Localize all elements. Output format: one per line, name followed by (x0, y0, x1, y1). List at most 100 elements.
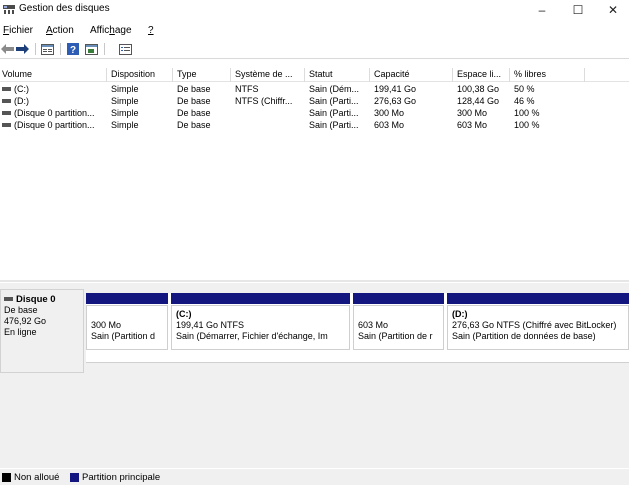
status-cell: Sain (Parti... (309, 96, 359, 106)
free-space-cell: 100,38 Go (457, 84, 500, 94)
menu-view[interactable]: Affichage (90, 25, 132, 36)
volume-row-partition-300[interactable]: (Disque 0 partition... Simple De base Sa… (0, 108, 629, 119)
type-cell: De base (177, 108, 211, 118)
column-free-space[interactable]: Espace li... (455, 69, 509, 82)
filesystem-cell: NTFS (235, 84, 259, 94)
status-cell: Sain (Parti... (309, 120, 359, 130)
primary-partition-bar (353, 293, 444, 304)
volume-name-cell: (Disque 0 partition... (0, 108, 106, 119)
percent-free-cell: 50 % (514, 84, 535, 94)
column-filesystem[interactable]: Système de ... (233, 69, 303, 82)
column-divider[interactable] (304, 68, 305, 82)
column-divider[interactable] (509, 68, 510, 82)
volume-name-cell: (C:) (0, 84, 106, 95)
partition-status: Sain (Partition de données de base) (452, 331, 596, 341)
type-cell: De base (177, 96, 211, 106)
menu-help[interactable]: ? (148, 25, 154, 36)
column-percent-free[interactable]: % libres (512, 69, 582, 82)
partition-c[interactable]: (C:) 199,41 Go NTFS Sain (Démarrer, Fich… (171, 293, 350, 361)
toolbar-separator (104, 43, 105, 55)
minimize-button[interactable]: – (525, 0, 559, 20)
pane-splitter[interactable] (0, 280, 629, 282)
partition-status: Sain (Partition de r (358, 331, 433, 341)
disk-name-row: Disque 0 (4, 294, 80, 305)
maximize-button[interactable]: ☐ (561, 0, 595, 20)
volume-icon (2, 122, 11, 127)
partition-d[interactable]: (D:) 276,63 Go NTFS (Chiffré avec BitLoc… (447, 293, 629, 361)
graphical-disk-view: Disque 0 De base 476,92 Go En ligne 300 … (0, 283, 629, 468)
partition-size: 300 Mo (91, 320, 122, 330)
partition-body: 603 Mo Sain (Partition de r (353, 305, 444, 350)
partition-status: Sain (Partition d (91, 331, 156, 341)
type-cell: De base (177, 120, 211, 130)
back-arrow-icon[interactable] (0, 42, 15, 56)
forward-arrow-icon[interactable] (15, 42, 30, 56)
menu-bar: Fichier Action Affichage ? (0, 22, 629, 40)
column-divider[interactable] (230, 68, 231, 82)
type-cell: De base (177, 84, 211, 94)
partition-name (91, 309, 163, 320)
column-divider[interactable] (584, 68, 585, 82)
disposition-cell: Simple (111, 84, 139, 94)
percent-free-cell: 100 % (514, 120, 540, 130)
percent-free-cell: 100 % (514, 108, 540, 118)
partition-body: (C:) 199,41 Go NTFS Sain (Démarrer, Fich… (171, 305, 350, 350)
column-status[interactable]: Statut (307, 69, 367, 82)
primary-partition-swatch (70, 473, 79, 482)
toolbar-separator (35, 43, 36, 55)
primary-partition-bar (86, 293, 168, 304)
partition-name (358, 309, 439, 320)
legend: Non alloué Partition principale (0, 469, 629, 485)
svg-text:?: ? (69, 45, 75, 55)
column-divider[interactable] (452, 68, 453, 82)
disposition-cell: Simple (111, 120, 139, 130)
list-view-icon[interactable] (118, 42, 133, 56)
disk-status: En ligne (4, 327, 37, 337)
volume-list: Volume Disposition Type Système de ... S… (0, 68, 629, 280)
partition-603mo[interactable]: 603 Mo Sain (Partition de r (353, 293, 444, 361)
volume-icon (2, 86, 11, 91)
window-title: Gestion des disques (19, 3, 110, 14)
primary-partition-bar (447, 293, 629, 304)
legend-primary-partition: Partition principale (82, 472, 161, 483)
status-cell: Sain (Dém... (309, 84, 360, 94)
capacity-cell: 199,41 Go (374, 84, 417, 94)
partition-name: (D:) (452, 309, 468, 319)
volume-name-cell: (D:) (0, 96, 106, 107)
capacity-cell: 603 Mo (374, 120, 405, 130)
disk-management-icon (3, 4, 15, 14)
column-type[interactable]: Type (175, 69, 230, 82)
close-button[interactable]: ✕ (596, 0, 629, 20)
console-tree-icon[interactable] (84, 42, 99, 56)
properties-icon[interactable] (40, 42, 55, 56)
volume-row-d[interactable]: (D:) Simple De base NTFS (Chiffr... Sain… (0, 96, 629, 107)
menu-file[interactable]: Fichier (3, 25, 33, 36)
free-space-cell: 603 Mo (457, 120, 488, 130)
volume-list-header: Volume Disposition Type Système de ... S… (0, 68, 629, 82)
disposition-cell: Simple (111, 108, 139, 118)
filesystem-cell (233, 120, 303, 131)
volume-name-cell: (Disque 0 partition... (0, 120, 106, 131)
partition-300mo[interactable]: 300 Mo Sain (Partition d (86, 293, 168, 361)
disk-icon (4, 296, 13, 301)
column-divider[interactable] (106, 68, 107, 82)
volume-row-partition-603[interactable]: (Disque 0 partition... Simple De base Sa… (0, 120, 629, 131)
capacity-cell: 300 Mo (374, 108, 405, 118)
disk-0-label[interactable]: Disque 0 De base 476,92 Go En ligne (0, 289, 84, 373)
menu-action[interactable]: Action (46, 25, 74, 36)
partition-body: (D:) 276,63 Go NTFS (Chiffré avec BitLoc… (447, 305, 629, 350)
legend-unallocated: Non alloué (14, 472, 60, 483)
primary-partition-bar (171, 293, 350, 304)
capacity-cell: 276,63 Go (374, 96, 417, 106)
column-divider[interactable] (369, 68, 370, 82)
volume-icon (2, 98, 11, 103)
help-icon[interactable]: ? (65, 42, 80, 56)
column-disposition[interactable]: Disposition (109, 69, 172, 82)
partition-size: 276,63 Go NTFS (Chiffré avec BitLocker) (452, 320, 617, 330)
volume-icon (2, 110, 11, 115)
disk-type: De base (4, 305, 38, 315)
column-capacity[interactable]: Capacité (372, 69, 452, 82)
volume-row-c[interactable]: (C:) Simple De base NTFS Sain (Dém... 19… (0, 84, 629, 95)
column-volume[interactable]: Volume (0, 69, 106, 82)
column-divider[interactable] (172, 68, 173, 82)
